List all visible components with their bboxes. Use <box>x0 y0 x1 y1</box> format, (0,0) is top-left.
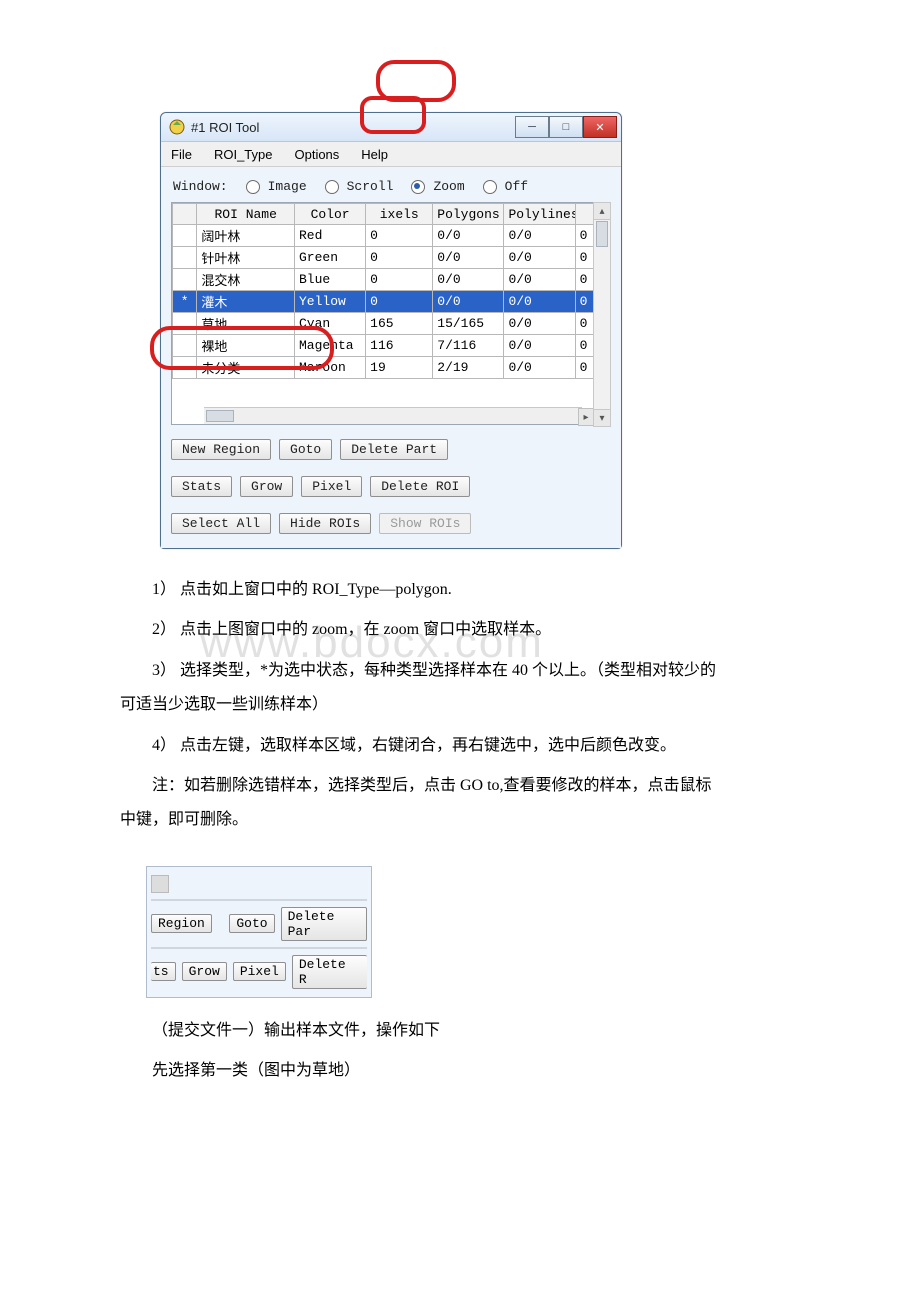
step-1: 1） 点击如上窗口中的 ROI_Type—polygon. <box>120 575 840 605</box>
table-row[interactable]: 混交林Blue00/00/00 <box>173 269 594 291</box>
mini-pixel-button[interactable]: Pixel <box>233 962 286 981</box>
menubar: File ROI_Type Options Help <box>161 142 621 167</box>
select-all-button[interactable]: Select All <box>171 513 271 534</box>
document-body: 1） 点击如上窗口中的 ROI_Type—polygon. 2） 点击上图窗口中… <box>0 549 920 836</box>
mini-goto-button[interactable]: Goto <box>229 914 274 933</box>
col-roi-name: ROI Name <box>197 204 295 225</box>
mini-screenshot: Region Goto Delete Par ts Grow Pixel Del… <box>146 866 372 998</box>
hide-rois-button[interactable]: Hide ROIs <box>279 513 371 534</box>
row-mark <box>173 269 197 291</box>
window-label: Window: <box>173 179 228 194</box>
mini-region-button[interactable]: Region <box>151 914 212 933</box>
table-row[interactable]: 裸地Magenta1167/1160/00 <box>173 335 594 357</box>
window-title: #1 ROI Tool <box>191 120 515 135</box>
menu-help[interactable]: Help <box>357 145 392 164</box>
row-mark <box>173 357 197 379</box>
radio-scroll[interactable]: Scroll <box>325 179 394 194</box>
select-first-class: 先选择第一类（图中为草地） <box>120 1056 840 1086</box>
roi-tool-window: #1 ROI Tool ─ □ ✕ File ROI_Type Options … <box>160 112 622 549</box>
mini-grow-button[interactable]: Grow <box>182 962 227 981</box>
vertical-scrollbar[interactable]: ▴ ▾ <box>593 202 611 427</box>
annotation-zoom-circle <box>376 60 456 102</box>
show-rois-button[interactable]: Show ROIs <box>379 513 471 534</box>
roi-table[interactable]: ROI Name Color ixels Polygons Polylines … <box>171 202 595 425</box>
col-extra <box>575 204 593 225</box>
maximize-button[interactable]: □ <box>549 116 583 138</box>
col-mark <box>173 204 197 225</box>
window-mode-row: Window: Image Scroll Zoom Off <box>173 179 611 194</box>
row-mark: * <box>173 291 197 313</box>
col-polygons: Polygons <box>433 204 504 225</box>
row-mark <box>173 335 197 357</box>
goto-button[interactable]: Goto <box>279 439 332 460</box>
row-mark <box>173 225 197 247</box>
col-polylines: Polylines <box>504 204 575 225</box>
delete-roi-button[interactable]: Delete ROI <box>370 476 470 497</box>
stats-button[interactable]: Stats <box>171 476 232 497</box>
delete-part-button[interactable]: Delete Part <box>340 439 448 460</box>
table-row[interactable]: 未分类Maroon192/190/00 <box>173 357 594 379</box>
menu-roi-type[interactable]: ROI_Type <box>210 145 277 164</box>
col-color: Color <box>295 204 366 225</box>
titlebar[interactable]: #1 ROI Tool ─ □ ✕ <box>161 113 621 142</box>
radio-off[interactable]: Off <box>483 179 528 194</box>
pixel-button[interactable]: Pixel <box>301 476 362 497</box>
step-3b: 可适当少选取一些训练样本） <box>120 690 840 720</box>
radio-zoom[interactable]: Zoom <box>411 179 464 194</box>
menu-file[interactable]: File <box>167 145 196 164</box>
step-4: 4） 点击左键，选取样本区域，右键闭合，再右键选中，选中后颜色改变。 <box>120 731 840 761</box>
note-b: 中键，即可删除。 <box>120 805 840 835</box>
table-row[interactable]: *灌木Yellow00/00/00 <box>173 291 594 313</box>
minimize-button[interactable]: ─ <box>515 116 549 138</box>
output-note: （提交文件一）输出样本文件，操作如下 <box>120 1016 840 1046</box>
mini-delete-r-button[interactable]: Delete R <box>292 955 367 989</box>
row-mark <box>173 313 197 335</box>
close-button[interactable]: ✕ <box>583 116 617 138</box>
grow-button[interactable]: Grow <box>240 476 293 497</box>
horizontal-scrollbar[interactable]: ▸ <box>204 407 582 424</box>
step-3a: 3） 选择类型，*为选中状态，每种类型选择样本在 40 个以上。（类型相对较少的 <box>120 656 840 686</box>
new-region-button[interactable]: New Region <box>171 439 271 460</box>
mini-delete-par-button[interactable]: Delete Par <box>281 907 367 941</box>
table-row[interactable]: 阔叶林Red00/00/00 <box>173 225 594 247</box>
menu-options[interactable]: Options <box>290 145 343 164</box>
table-row[interactable]: 针叶林Green00/00/00 <box>173 247 594 269</box>
row-mark <box>173 247 197 269</box>
col-pixels: ixels <box>366 204 433 225</box>
note-a: 注：如若删除选错样本，选择类型后，点击 GO to,查看要修改的样本，点击鼠标 <box>120 771 840 801</box>
app-icon <box>169 119 185 135</box>
mini-ts-button[interactable]: ts <box>151 962 176 981</box>
mini-tab <box>151 875 169 893</box>
step-2: 2） 点击上图窗口中的 zoom，在 zoom 窗口中选取样本。 <box>120 615 840 645</box>
radio-image[interactable]: Image <box>246 179 307 194</box>
table-row[interactable]: 草地Cyan16515/1650/00 <box>173 313 594 335</box>
